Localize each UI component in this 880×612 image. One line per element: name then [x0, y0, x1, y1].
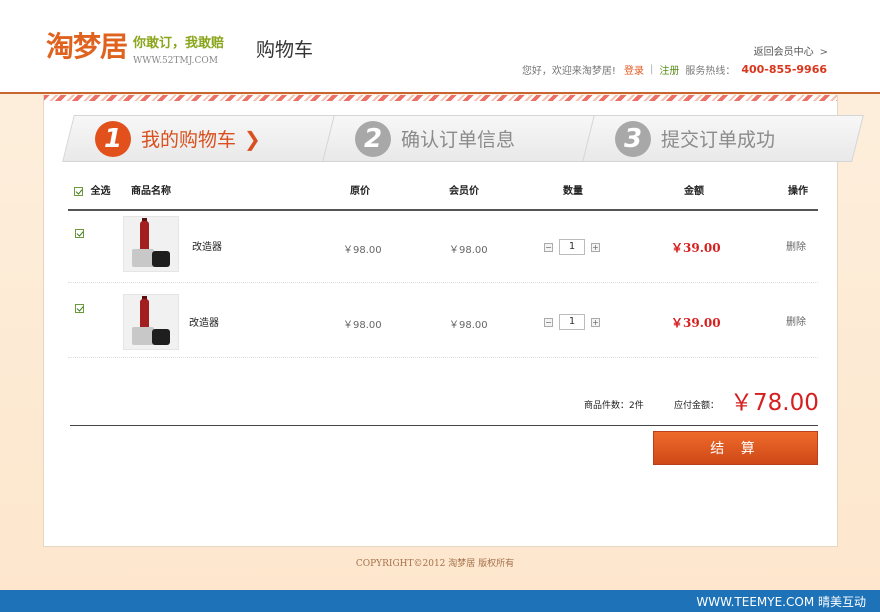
row-checkbox[interactable]: [75, 229, 84, 238]
member-price: ￥98.00: [449, 245, 488, 256]
payable-total: ￥78.00: [730, 390, 819, 416]
step-3-label: 提交订单成功: [661, 129, 776, 151]
member-center-link[interactable]: 返回会员中心 >: [754, 43, 828, 58]
step-2-label: 确认订单信息: [401, 129, 516, 151]
product-image[interactable]: [123, 216, 179, 272]
col-header-name: 商品名称: [131, 186, 171, 197]
row-amount: ￥39.00: [671, 316, 721, 330]
table-row: 改造器 ￥98.00 ￥98.00 − 1 + ￥39.00 删除: [68, 209, 818, 283]
top-links: 您好，欢迎来淘梦居! 登录 | 注册 服务热线： 400-855-9966: [522, 62, 827, 77]
table-header: 全选 商品名称 原价 会员价 数量 金额 操作: [68, 185, 818, 211]
greeting-text: 您好，欢迎来淘梦居!: [521, 66, 616, 77]
increase-button[interactable]: +: [591, 242, 600, 252]
header: 淘梦居 你敢订，我敢赔 WWW.52TMJ.COM 购物车 返回会员中心 > 您好…: [0, 0, 880, 94]
summary-divider: [70, 425, 818, 426]
step-1-icon: 1: [95, 120, 131, 157]
original-price: ￥98.00: [343, 245, 382, 256]
quantity-input[interactable]: 1: [559, 314, 585, 330]
login-link[interactable]: 登录: [624, 62, 644, 77]
step-my-cart: 1 我的购物车 ❯: [62, 115, 344, 162]
footer-brand[interactable]: WWW.TEEMYE.COM 晴美互动: [696, 593, 866, 610]
arrow-right-icon: ❯: [244, 126, 261, 151]
step-submit-success: 3 提交订单成功: [582, 115, 864, 162]
col-header-action: 操作: [788, 186, 808, 197]
chevron-right-icon: >: [819, 47, 828, 58]
step-3-icon: 3: [615, 120, 651, 157]
row-amount: ￥39.00: [671, 241, 721, 255]
logo-slogan: 你敢订，我敢赔: [133, 36, 225, 51]
step-confirm-order: 2 确认订单信息: [322, 115, 604, 162]
hotline-label: 服务热线：: [685, 66, 736, 77]
progress-steps: 1 我的购物车 ❯ 2 确认订单信息 3 提交订单成功: [62, 115, 864, 163]
member-price: ￥98.00: [449, 320, 488, 331]
member-center-label: 返回会员中心: [753, 47, 814, 58]
increase-button[interactable]: +: [591, 317, 600, 327]
select-all-checkbox[interactable]: [74, 186, 83, 196]
step-2-icon: 2: [355, 120, 391, 157]
row-checkbox[interactable]: [75, 304, 84, 313]
select-all-label: 全选: [90, 186, 111, 197]
cart-panel: 1 我的购物车 ❯ 2 确认订单信息 3 提交订单成功 全选 商品名称 原价 会…: [43, 95, 864, 547]
decrease-button[interactable]: −: [544, 317, 553, 327]
logo-url: WWW.52TMJ.COM: [133, 56, 218, 66]
logo[interactable]: 淘梦居 你敢订，我敢赔 WWW.52TMJ.COM: [46, 30, 224, 67]
copyright: COPYRIGHT©2012 淘梦居 版权所有: [355, 559, 515, 569]
decrease-button[interactable]: −: [544, 242, 553, 252]
quantity-stepper: − 1 +: [544, 314, 600, 330]
checkout-button[interactable]: 结 算: [653, 431, 818, 465]
product-name[interactable]: 改造器: [189, 314, 219, 329]
col-header-original-price: 原价: [350, 186, 370, 197]
table-row: 改造器 ￥98.00 ￥98.00 − 1 + ￥39.00 删除: [68, 284, 818, 358]
page-title: 购物车: [256, 39, 314, 61]
step-1-label: 我的购物车: [141, 129, 237, 151]
delete-link[interactable]: 删除: [786, 238, 806, 253]
logo-text: 淘梦居: [46, 30, 128, 63]
cart-summary: 商品件数：2件 应付金额： ￥78.00: [70, 390, 820, 425]
hotline-number: 400-855-9966: [741, 63, 827, 76]
col-header-amount: 金额: [684, 186, 704, 197]
register-link[interactable]: 注册: [659, 62, 679, 77]
select-all[interactable]: 全选: [74, 185, 110, 199]
delete-link[interactable]: 删除: [786, 313, 806, 328]
quantity-stepper: − 1 +: [544, 239, 600, 255]
decorative-stripe: [44, 95, 837, 101]
product-name[interactable]: 改造器: [192, 238, 222, 253]
col-header-member-price: 会员价: [449, 186, 479, 197]
footer-bar: WWW.TEEMYE.COM 晴美互动: [0, 590, 880, 612]
product-image[interactable]: [123, 294, 179, 350]
quantity-input[interactable]: 1: [559, 239, 585, 255]
divider: |: [649, 64, 654, 75]
original-price: ￥98.00: [343, 320, 382, 331]
item-count: 商品件数：2件: [584, 401, 644, 411]
col-header-quantity: 数量: [563, 186, 583, 197]
payable-label: 应付金额：: [674, 401, 720, 411]
